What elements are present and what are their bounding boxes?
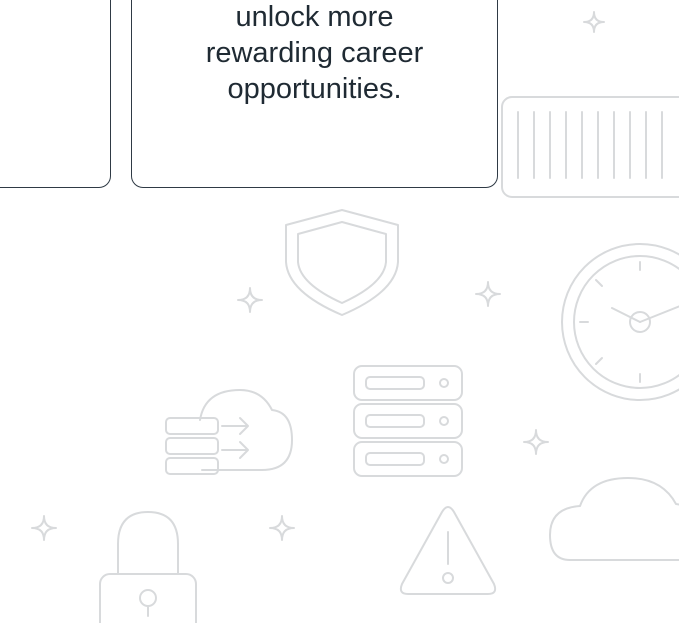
database-server-icon — [353, 365, 463, 477]
clock-icon — [561, 243, 679, 401]
carousel-card-previous[interactable] — [0, 0, 111, 188]
cloud-transfer-icon — [165, 389, 293, 475]
sparkle-icon — [523, 429, 549, 455]
career-promo-screen: unlock more rewarding career opportuniti… — [0, 0, 679, 623]
sparkle-icon — [475, 281, 501, 307]
carousel-card-promo[interactable]: unlock more rewarding career opportuniti… — [131, 0, 498, 188]
shield-icon — [285, 209, 399, 316]
server-rack-icon — [501, 96, 679, 198]
sparkle-icon — [583, 11, 605, 33]
promo-line-3: opportunities. — [227, 73, 402, 105]
promo-line-2: rewarding career — [205, 37, 424, 69]
warning-triangle-icon — [399, 506, 497, 595]
promo-line-1: unlock more — [235, 1, 394, 33]
sparkle-icon — [269, 515, 295, 541]
padlock-icon — [99, 511, 197, 623]
promo-card-text: unlock more rewarding career opportuniti… — [132, 0, 497, 107]
sparkle-icon — [237, 287, 263, 313]
cloud-icon — [549, 477, 679, 561]
sparkle-icon — [31, 515, 57, 541]
